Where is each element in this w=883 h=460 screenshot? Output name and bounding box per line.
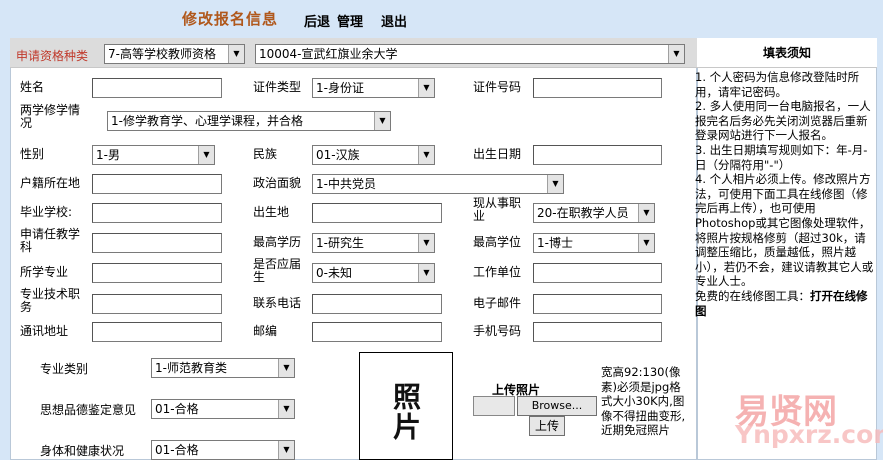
school-label: 毕业学校: [20,205,73,219]
browse-button[interactable]: Browse... [517,396,597,416]
school-select[interactable]: 10004-宣武红旗业余大学 ▼ [255,44,685,64]
education-label: 最高学历 [253,235,302,249]
chevron-down-icon: ▼ [638,234,654,252]
study-select[interactable]: 1-修学教育学、心理学课程，并合格 ▼ [107,111,391,131]
chevron-down-icon: ▼ [228,45,244,63]
moral-select[interactable]: 01-合格 ▼ [151,399,295,419]
chevron-down-icon: ▼ [374,112,390,130]
title-label: 专业技术职务 [20,287,81,314]
id-number-label: 证件号码 [473,80,522,94]
birthplace-input[interactable] [312,203,442,223]
political-select[interactable]: 1-中共党员 ▼ [312,174,564,194]
photo-requirements: 宽高92:130(像素)必须是jpg格式大小30K内,图像不得扭曲变形,近期免冠… [601,365,686,437]
health-label: 身体和健康状况 [40,444,125,458]
chevron-down-icon: ▼ [198,146,214,164]
gender-select[interactable]: 1-男 ▼ [92,145,215,165]
mobile-label: 手机号码 [473,324,522,338]
chevron-down-icon: ▼ [418,234,434,252]
watermark-url: Ynpxrz.com [735,420,883,449]
education-select[interactable]: 1-研究生 ▼ [312,233,435,253]
notice-item-4: 4. 个人相片必须上传。修改照片方法，可使用下面工具在线修图（修完后再上传），也… [695,172,874,289]
study-label: 两学修学情况 [20,103,81,130]
notice-item-1: 1. 个人密码为信息修改登陆时所用，请牢记密码。 [695,70,860,99]
page-title: 修改报名信息 [182,10,279,28]
phone-input[interactable] [312,294,442,314]
political-label: 政治面貌 [253,176,302,190]
degree-label: 最高学位 [473,235,522,249]
notice-item-2: 2. 多人使用同一台电脑报名，一人报完名后务必先关闭浏览器后重新登录网站进行下一… [695,99,871,143]
category-label: 专业类别 [40,362,89,376]
postcode-input[interactable] [312,322,442,342]
category-select[interactable]: 1-师范教育类 ▼ [151,358,295,378]
id-type-select[interactable]: 1-身份证 ▼ [312,78,435,98]
occupation-label: 现从事职业 [473,196,522,223]
household-input[interactable] [92,174,222,194]
major-label: 所学专业 [20,265,69,279]
phone-label: 联系电话 [253,296,302,310]
workplace-input[interactable] [533,263,662,283]
chevron-down-icon: ▼ [278,441,294,459]
subject-label: 申请任教学科 [20,227,81,254]
fresh-grad-select[interactable]: 0-未知 ▼ [312,263,435,283]
name-input[interactable] [92,78,222,98]
occupation-select[interactable]: 20-在职教学人员 ▼ [533,203,655,223]
birthdate-label: 出生日期 [473,147,522,161]
ethnicity-label: 民族 [253,147,278,161]
notice-title: 填表须知 [697,38,877,68]
back-link[interactable]: 后退 [304,11,330,30]
notice-item-3: 3. 出生日期填写规则如下：年-月-日（分隔符用"-"） [695,142,868,172]
logout-link[interactable]: 退出 [381,11,407,30]
address-label: 通讯地址 [20,324,69,338]
mobile-input[interactable] [533,322,662,342]
chevron-down-icon: ▼ [278,400,294,418]
notice-tool: 免费的在线修图工具：打开在线修图 [695,288,868,318]
chevron-down-icon: ▼ [278,359,294,377]
chevron-down-icon: ▼ [547,175,563,193]
birthplace-label: 出生地 [253,205,290,219]
birthdate-input[interactable] [533,145,662,165]
chevron-down-icon: ▼ [668,45,684,63]
qualification-label: 申请资格种类 [16,49,89,63]
moral-label: 思想品德鉴定意见 [40,403,137,417]
health-select[interactable]: 01-合格 ▼ [151,440,295,460]
subject-input[interactable] [92,233,222,253]
chevron-down-icon: ▼ [418,264,434,282]
id-type-label: 证件类型 [253,80,302,94]
chevron-down-icon: ▼ [638,204,654,222]
school-input[interactable] [92,203,222,223]
major-input[interactable] [92,263,222,283]
chevron-down-icon: ▼ [418,146,434,164]
top-bar [0,0,883,38]
file-path-input[interactable] [473,396,515,416]
qualification-type-select[interactable]: 7-高等学校教师资格 ▼ [104,44,245,64]
manage-link[interactable]: 管理 [337,11,363,30]
postcode-label: 邮编 [253,324,278,338]
email-label: 电子邮件 [473,296,522,310]
id-number-input[interactable] [533,78,662,98]
title-input[interactable] [92,294,222,314]
email-input[interactable] [533,294,662,314]
notice-body: 1. 个人密码为信息修改登陆时所用，请牢记密码。 2. 多人使用同一台电脑报名，… [695,70,875,318]
name-label: 姓名 [20,80,45,94]
degree-select[interactable]: 1-博士 ▼ [533,233,655,253]
address-input[interactable] [92,322,222,342]
fresh-grad-label: 是否应届生 [253,257,302,284]
gender-label: 性别 [20,147,45,161]
workplace-label: 工作单位 [473,265,522,279]
ethnicity-select[interactable]: 01-汉族 ▼ [312,145,435,165]
upload-button[interactable]: 上传 [529,416,565,436]
chevron-down-icon: ▼ [418,79,434,97]
household-label: 户籍所在地 [20,176,81,190]
photo-placeholder: 照片 [389,382,422,442]
